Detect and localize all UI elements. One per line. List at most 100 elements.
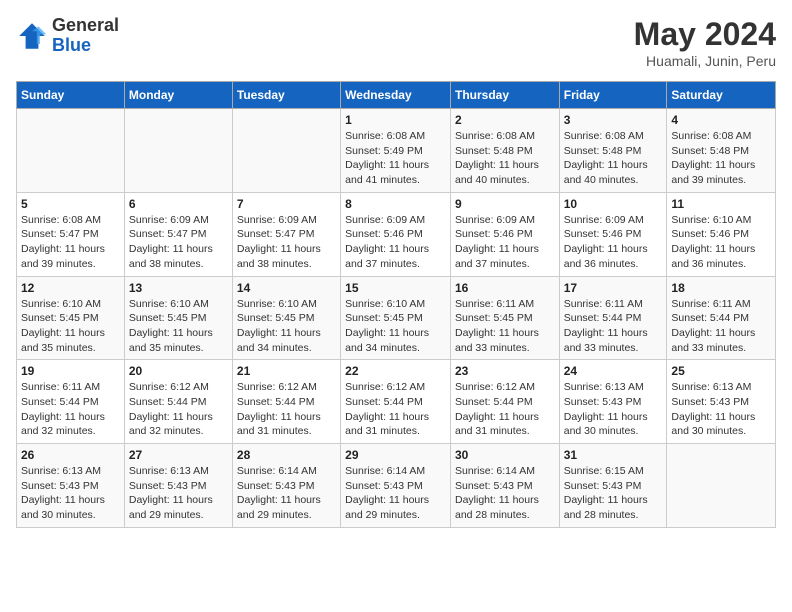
day-info: Sunrise: 6:12 AMSunset: 5:44 PMDaylight:… xyxy=(455,380,555,439)
calendar-cell: 26 Sunrise: 6:13 AMSunset: 5:43 PMDayligh… xyxy=(17,444,125,528)
main-title: May 2024 xyxy=(634,16,776,53)
day-info: Sunrise: 6:10 AMSunset: 5:45 PMDaylight:… xyxy=(129,297,228,356)
header: General Blue May 2024 Huamali, Junin, Pe… xyxy=(16,16,776,69)
calendar-cell: 20 Sunrise: 6:12 AMSunset: 5:44 PMDayligh… xyxy=(124,360,232,444)
col-header-monday: Monday xyxy=(124,82,232,109)
day-number: 5 xyxy=(21,197,120,211)
col-header-saturday: Saturday xyxy=(667,82,776,109)
calendar-cell xyxy=(232,109,340,193)
calendar-cell: 4 Sunrise: 6:08 AMSunset: 5:48 PMDaylight… xyxy=(667,109,776,193)
day-number: 31 xyxy=(564,448,663,462)
day-info: Sunrise: 6:13 AMSunset: 5:43 PMDaylight:… xyxy=(21,464,120,523)
day-number: 7 xyxy=(237,197,336,211)
day-number: 10 xyxy=(564,197,663,211)
day-info: Sunrise: 6:13 AMSunset: 5:43 PMDaylight:… xyxy=(671,380,771,439)
day-info: Sunrise: 6:08 AMSunset: 5:48 PMDaylight:… xyxy=(671,129,771,188)
calendar-cell: 14Sunrise: 6:10 AMSunset: 5:45 PMDayligh… xyxy=(232,276,340,360)
day-info: Sunrise: 6:08 AMSunset: 5:47 PMDaylight:… xyxy=(21,213,120,272)
calendar-cell: 8Sunrise: 6:09 AMSunset: 5:46 PMDaylight… xyxy=(341,192,451,276)
day-info: Sunrise: 6:09 AMSunset: 5:46 PMDaylight:… xyxy=(455,213,555,272)
calendar-cell xyxy=(667,444,776,528)
week-row-2: 5 Sunrise: 6:08 AMSunset: 5:47 PMDaylight… xyxy=(17,192,776,276)
day-number: 29 xyxy=(345,448,446,462)
day-info: Sunrise: 6:10 AMSunset: 5:45 PMDaylight:… xyxy=(21,297,120,356)
day-number: 11 xyxy=(671,197,771,211)
day-info: Sunrise: 6:14 AMSunset: 5:43 PMDaylight:… xyxy=(237,464,336,523)
calendar-cell: 31Sunrise: 6:15 AMSunset: 5:43 PMDayligh… xyxy=(559,444,667,528)
calendar-cell: 23 Sunrise: 6:12 AMSunset: 5:44 PMDayligh… xyxy=(450,360,559,444)
calendar-cell: 30 Sunrise: 6:14 AMSunset: 5:43 PMDayligh… xyxy=(450,444,559,528)
day-info: Sunrise: 6:08 AMSunset: 5:49 PMDaylight:… xyxy=(345,129,446,188)
calendar-cell: 29Sunrise: 6:14 AMSunset: 5:43 PMDayligh… xyxy=(341,444,451,528)
day-info: Sunrise: 6:11 AMSunset: 5:44 PMDaylight:… xyxy=(21,380,120,439)
calendar-cell xyxy=(124,109,232,193)
calendar-cell: 28 Sunrise: 6:14 AMSunset: 5:43 PMDayligh… xyxy=(232,444,340,528)
calendar-cell: 24Sunrise: 6:13 AMSunset: 5:43 PMDayligh… xyxy=(559,360,667,444)
day-number: 26 xyxy=(21,448,120,462)
calendar-cell: 6Sunrise: 6:09 AMSunset: 5:47 PMDaylight… xyxy=(124,192,232,276)
day-number: 27 xyxy=(129,448,228,462)
day-number: 16 xyxy=(455,281,555,295)
calendar-cell: 16 Sunrise: 6:11 AMSunset: 5:45 PMDayligh… xyxy=(450,276,559,360)
day-info: Sunrise: 6:11 AMSunset: 5:45 PMDaylight:… xyxy=(455,297,555,356)
day-number: 19 xyxy=(21,364,120,378)
day-info: Sunrise: 6:08 AMSunset: 5:48 PMDaylight:… xyxy=(455,129,555,188)
week-row-1: 1 Sunrise: 6:08 AMSunset: 5:49 PMDaylight… xyxy=(17,109,776,193)
day-info: Sunrise: 6:09 AMSunset: 5:47 PMDaylight:… xyxy=(237,213,336,272)
logo: General Blue xyxy=(16,16,119,56)
calendar-cell: 3Sunrise: 6:08 AMSunset: 5:48 PMDaylight… xyxy=(559,109,667,193)
calendar-cell: 19 Sunrise: 6:11 AMSunset: 5:44 PMDayligh… xyxy=(17,360,125,444)
week-row-4: 19 Sunrise: 6:11 AMSunset: 5:44 PMDayligh… xyxy=(17,360,776,444)
day-info: Sunrise: 6:13 AMSunset: 5:43 PMDaylight:… xyxy=(129,464,228,523)
day-number: 23 xyxy=(455,364,555,378)
day-number: 2 xyxy=(455,113,555,127)
calendar-cell: 2 Sunrise: 6:08 AMSunset: 5:48 PMDaylight… xyxy=(450,109,559,193)
day-number: 8 xyxy=(345,197,446,211)
calendar-header-row: SundayMondayTuesdayWednesdayThursdayFrid… xyxy=(17,82,776,109)
week-row-3: 12Sunrise: 6:10 AMSunset: 5:45 PMDayligh… xyxy=(17,276,776,360)
day-number: 20 xyxy=(129,364,228,378)
calendar-cell: 27 Sunrise: 6:13 AMSunset: 5:43 PMDayligh… xyxy=(124,444,232,528)
calendar-cell: 13 Sunrise: 6:10 AMSunset: 5:45 PMDayligh… xyxy=(124,276,232,360)
col-header-friday: Friday xyxy=(559,82,667,109)
day-number: 13 xyxy=(129,281,228,295)
day-number: 25 xyxy=(671,364,771,378)
title-area: May 2024 Huamali, Junin, Peru xyxy=(634,16,776,69)
calendar-cell: 10Sunrise: 6:09 AMSunset: 5:46 PMDayligh… xyxy=(559,192,667,276)
calendar-cell: 5 Sunrise: 6:08 AMSunset: 5:47 PMDaylight… xyxy=(17,192,125,276)
day-number: 4 xyxy=(671,113,771,127)
calendar-cell xyxy=(17,109,125,193)
day-info: Sunrise: 6:10 AMSunset: 5:45 PMDaylight:… xyxy=(345,297,446,356)
col-header-tuesday: Tuesday xyxy=(232,82,340,109)
day-number: 21 xyxy=(237,364,336,378)
calendar-cell: 17Sunrise: 6:11 AMSunset: 5:44 PMDayligh… xyxy=(559,276,667,360)
day-info: Sunrise: 6:12 AMSunset: 5:44 PMDaylight:… xyxy=(237,380,336,439)
day-number: 1 xyxy=(345,113,446,127)
day-number: 15 xyxy=(345,281,446,295)
day-info: Sunrise: 6:10 AMSunset: 5:46 PMDaylight:… xyxy=(671,213,771,272)
day-number: 22 xyxy=(345,364,446,378)
col-header-wednesday: Wednesday xyxy=(341,82,451,109)
week-row-5: 26 Sunrise: 6:13 AMSunset: 5:43 PMDayligh… xyxy=(17,444,776,528)
col-header-thursday: Thursday xyxy=(450,82,559,109)
day-info: Sunrise: 6:14 AMSunset: 5:43 PMDaylight:… xyxy=(455,464,555,523)
day-info: Sunrise: 6:11 AMSunset: 5:44 PMDaylight:… xyxy=(564,297,663,356)
subtitle: Huamali, Junin, Peru xyxy=(634,53,776,69)
calendar-cell: 22 Sunrise: 6:12 AMSunset: 5:44 PMDayligh… xyxy=(341,360,451,444)
day-number: 28 xyxy=(237,448,336,462)
calendar-cell: 11 Sunrise: 6:10 AMSunset: 5:46 PMDayligh… xyxy=(667,192,776,276)
day-info: Sunrise: 6:11 AMSunset: 5:44 PMDaylight:… xyxy=(671,297,771,356)
day-info: Sunrise: 6:12 AMSunset: 5:44 PMDaylight:… xyxy=(129,380,228,439)
day-info: Sunrise: 6:12 AMSunset: 5:44 PMDaylight:… xyxy=(345,380,446,439)
calendar-cell: 18 Sunrise: 6:11 AMSunset: 5:44 PMDayligh… xyxy=(667,276,776,360)
day-info: Sunrise: 6:08 AMSunset: 5:48 PMDaylight:… xyxy=(564,129,663,188)
day-number: 9 xyxy=(455,197,555,211)
day-info: Sunrise: 6:13 AMSunset: 5:43 PMDaylight:… xyxy=(564,380,663,439)
day-number: 18 xyxy=(671,281,771,295)
col-header-sunday: Sunday xyxy=(17,82,125,109)
calendar-table: SundayMondayTuesdayWednesdayThursdayFrid… xyxy=(16,81,776,528)
logo-icon xyxy=(16,20,48,52)
calendar-cell: 25 Sunrise: 6:13 AMSunset: 5:43 PMDayligh… xyxy=(667,360,776,444)
day-info: Sunrise: 6:10 AMSunset: 5:45 PMDaylight:… xyxy=(237,297,336,356)
day-number: 30 xyxy=(455,448,555,462)
